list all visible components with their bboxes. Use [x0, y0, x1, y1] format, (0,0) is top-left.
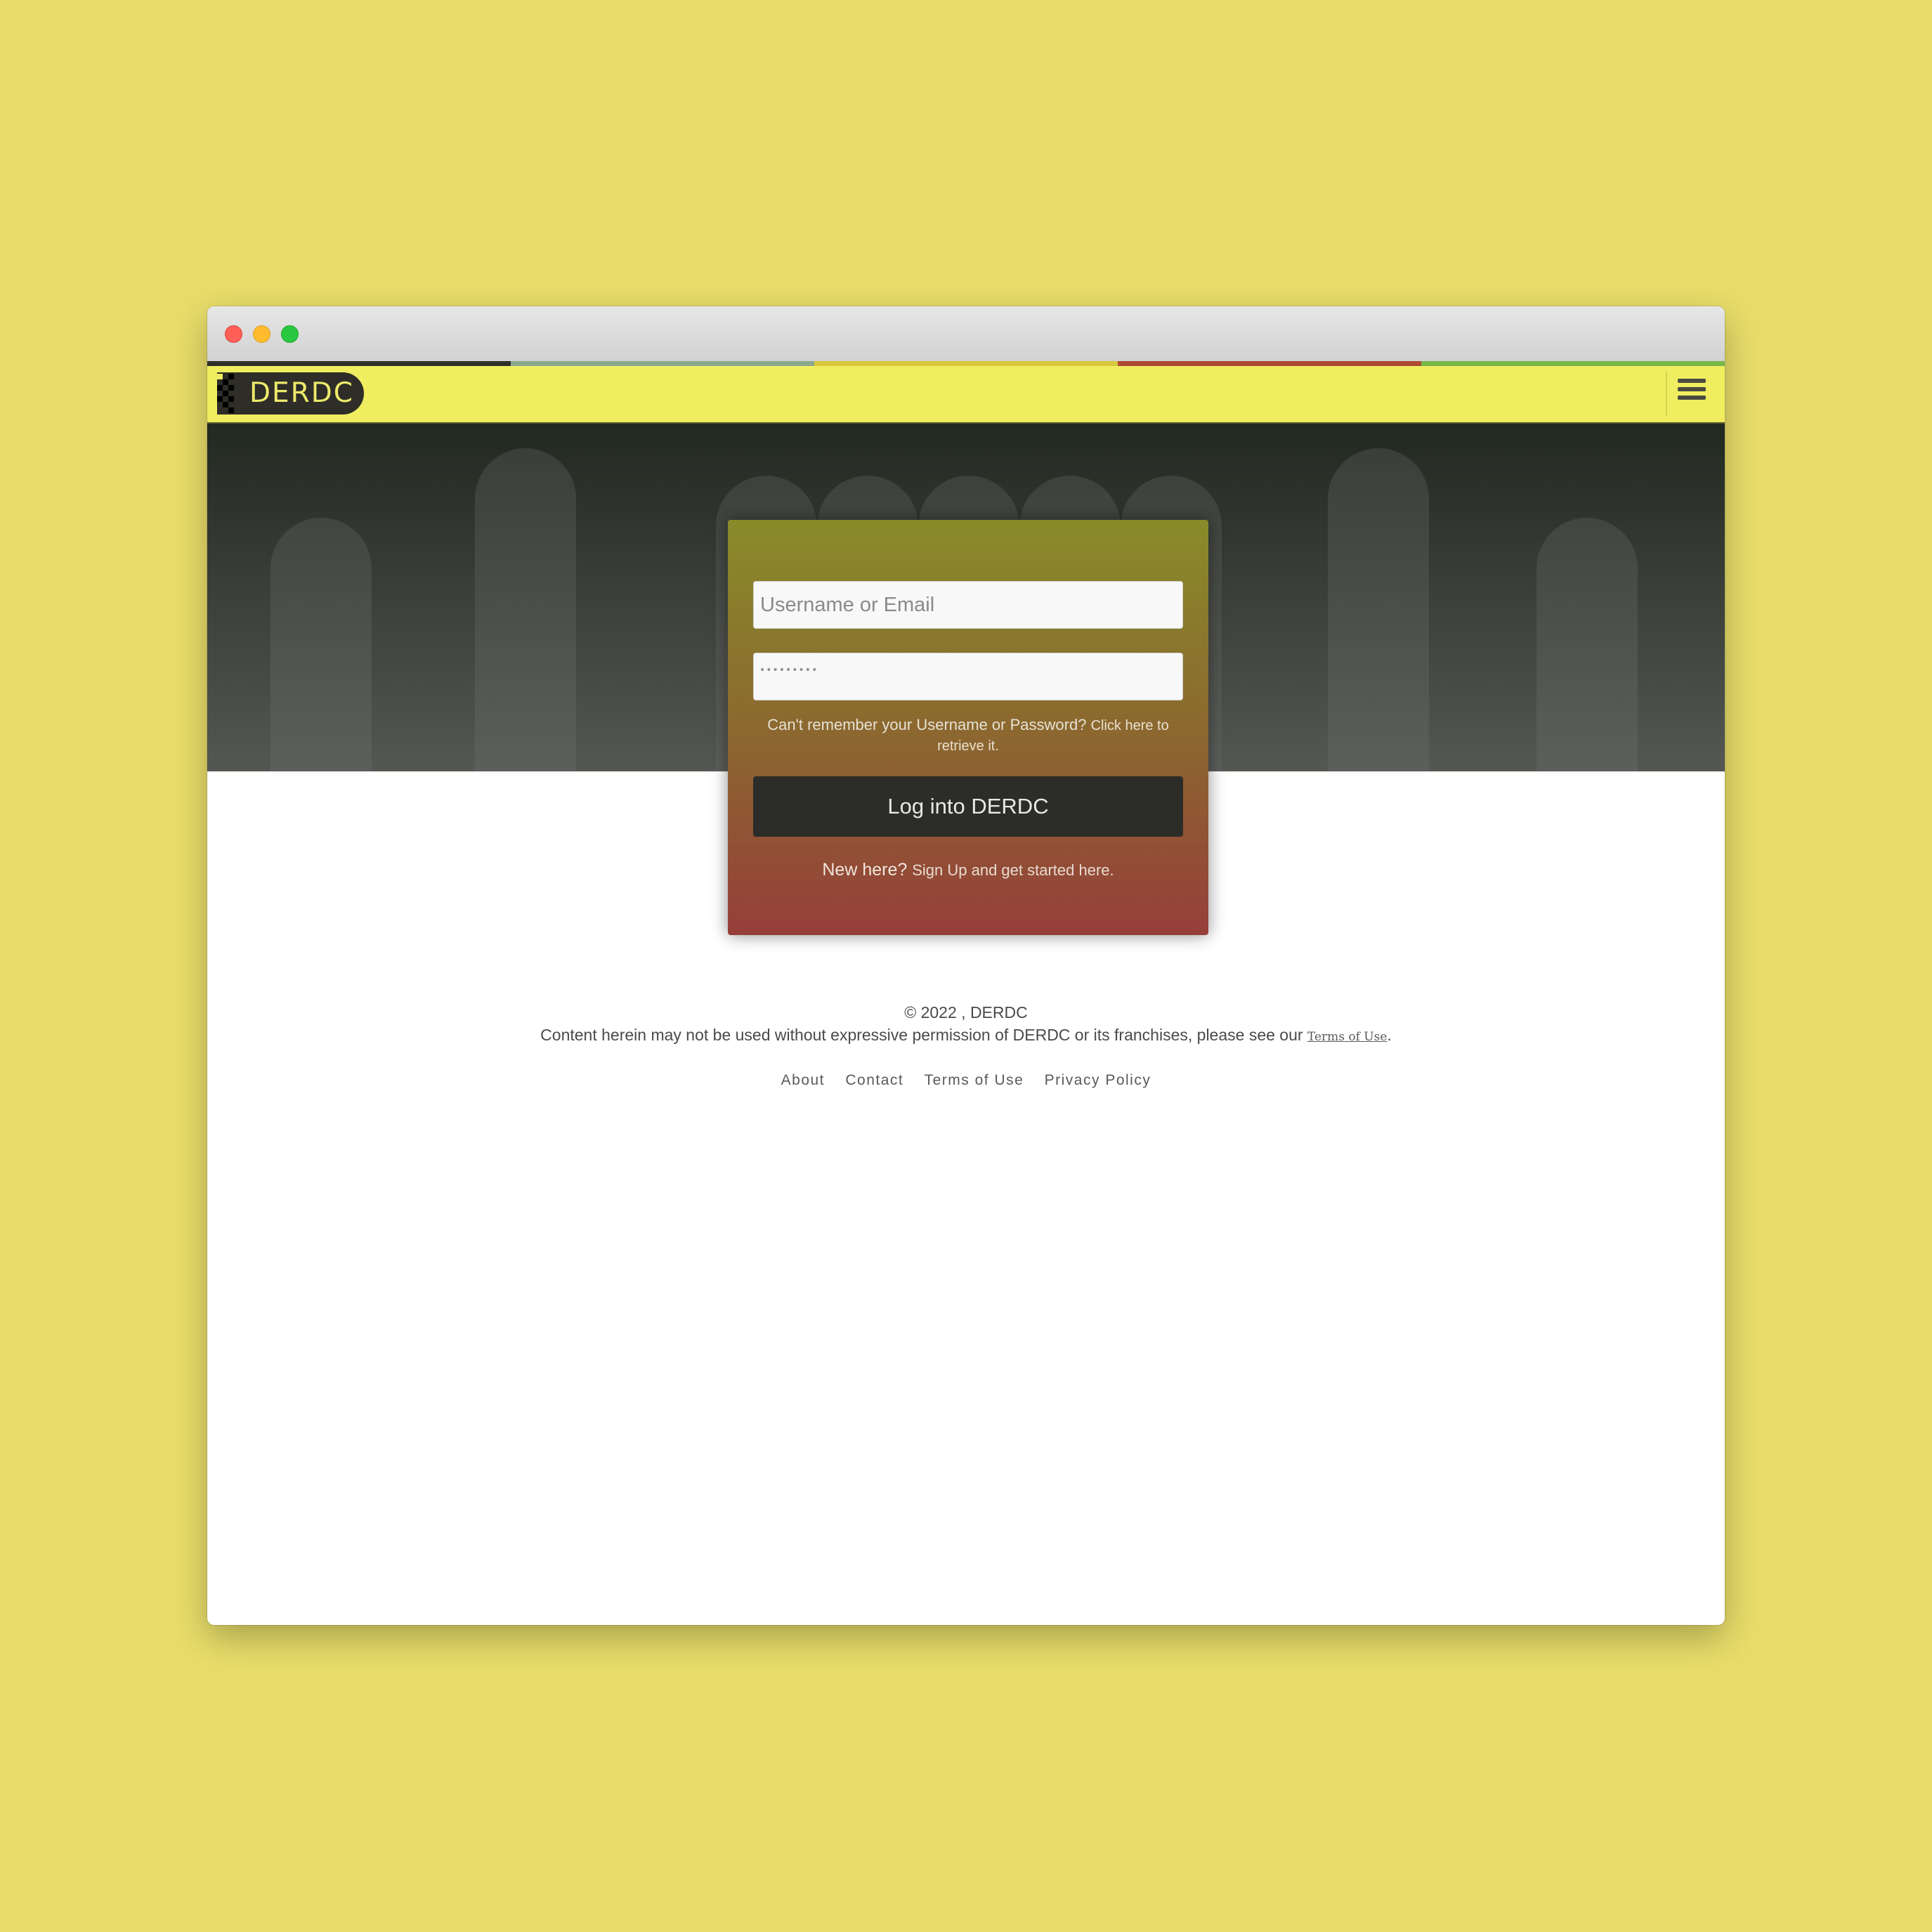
color-strip-segment [814, 361, 1118, 366]
page-footer: © 2022 , DERDC Content herein may not be… [207, 1001, 1725, 1089]
copyright-text: © 2022 , DERDC [904, 1003, 1028, 1022]
footer-link-contact[interactable]: Contact [845, 1072, 903, 1088]
signup-prefix: New here? [822, 860, 908, 880]
navbar-divider [1666, 372, 1667, 417]
signup-prompt: New here? Sign Up and get started here. [728, 860, 1208, 880]
hero-decor-pill [1328, 448, 1429, 771]
window-titlebar [207, 306, 1725, 362]
color-strip-segment [1421, 361, 1725, 366]
forgot-credentials-text: Can't remember your Username or Password… [749, 715, 1187, 756]
color-strip-segment [1118, 361, 1421, 366]
hamburger-bar [1678, 379, 1706, 383]
footer-notice: Content herein may not be used without e… [207, 1024, 1725, 1048]
hamburger-menu-icon[interactable] [1678, 379, 1706, 407]
login-card: ••••••••• Can't remember your Username o… [728, 520, 1208, 935]
password-input[interactable] [753, 653, 1183, 700]
footer-link-terms[interactable]: Terms of Use [925, 1072, 1024, 1088]
color-strip-segment [511, 361, 814, 366]
footer-link-about[interactable]: About [781, 1072, 825, 1088]
footer-notice-text: Content herein may not be used without e… [540, 1026, 1303, 1044]
pixel-stair-icon [213, 372, 234, 415]
hero-decor-pill [270, 518, 372, 771]
maximize-window-button[interactable] [281, 325, 299, 343]
footer-nav: About Contact Terms of Use Privacy Polic… [207, 1072, 1725, 1089]
footer-terms-link[interactable]: Terms of Use [1307, 1030, 1388, 1044]
color-strip [207, 361, 1725, 366]
hamburger-bar [1678, 396, 1706, 400]
minimize-window-button[interactable] [253, 325, 270, 343]
hero-decor-pill [475, 448, 576, 771]
username-input[interactable] [753, 581, 1183, 629]
signup-link[interactable]: Sign Up and get started here. [912, 861, 1114, 879]
brand-name: DERDC [249, 377, 355, 409]
footer-notice-period: . [1387, 1026, 1392, 1044]
top-navbar: DERDC [207, 366, 1725, 424]
footer-link-privacy[interactable]: Privacy Policy [1045, 1072, 1151, 1088]
hero-decor-pill [1536, 518, 1638, 771]
brand-logo-link[interactable]: DERDC [213, 372, 364, 415]
color-strip-segment [207, 361, 511, 366]
forgot-prompt: Can't remember your Username or Password… [767, 716, 1087, 733]
browser-window: DERDC ••••••••• Can't remember your User… [207, 306, 1725, 1625]
hamburger-bar [1678, 387, 1706, 391]
close-window-button[interactable] [225, 325, 242, 343]
login-button[interactable]: Log into DERDC [753, 776, 1183, 837]
